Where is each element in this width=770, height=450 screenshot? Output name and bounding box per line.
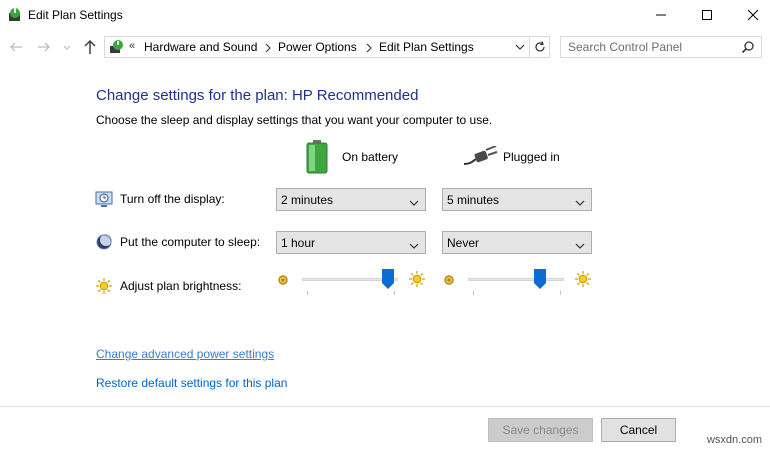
minimize-button[interactable] bbox=[638, 0, 684, 30]
slider-thumb[interactable] bbox=[382, 269, 395, 289]
footer-bar: Save changes Cancel wsxdn.com bbox=[0, 406, 770, 450]
maximize-icon bbox=[702, 10, 712, 20]
display-battery-select[interactable]: 2 minutes bbox=[276, 188, 426, 211]
search-input[interactable] bbox=[561, 37, 731, 57]
on-battery-label: On battery bbox=[342, 150, 399, 164]
slider-tick bbox=[307, 291, 308, 295]
power-options-icon bbox=[7, 7, 23, 23]
breadcrumb-hardware-and-sound[interactable]: Hardware and Sound bbox=[144, 40, 257, 54]
brightness-label: Adjust plan brightness: bbox=[120, 279, 242, 293]
cancel-button[interactable]: Cancel bbox=[601, 418, 676, 442]
sleep-moon-icon bbox=[95, 233, 113, 251]
slider-tick bbox=[560, 291, 561, 295]
chevron-down-icon bbox=[575, 196, 585, 206]
display-plugged-value: 5 minutes bbox=[447, 193, 500, 207]
restore-defaults-link[interactable]: Restore default settings for this plan bbox=[96, 376, 287, 390]
power-plug-icon bbox=[463, 145, 498, 171]
sleep-battery-select[interactable]: 1 hour bbox=[276, 231, 426, 254]
breadcrumb-overflow[interactable]: « bbox=[129, 40, 135, 52]
title-bar: Edit Plan Settings bbox=[0, 0, 770, 30]
navigation-bar: « Hardware and Sound Power Options Edit … bbox=[0, 32, 770, 62]
brightness-plugged-slider[interactable] bbox=[442, 266, 592, 296]
watermark: wsxdn.com bbox=[706, 434, 762, 446]
breadcrumb-separator-icon[interactable] bbox=[264, 42, 272, 53]
brightness-sun-icon bbox=[95, 277, 113, 295]
breadcrumb-power-options[interactable]: Power Options bbox=[278, 40, 357, 54]
display-plugged-select[interactable]: 5 minutes bbox=[442, 188, 592, 211]
slider-tick bbox=[394, 291, 395, 295]
refresh-button[interactable] bbox=[530, 36, 550, 58]
chevron-down-icon bbox=[409, 196, 419, 206]
page-title: Change settings for the plan: HP Recomme… bbox=[96, 87, 419, 104]
chevron-down-icon[interactable] bbox=[514, 41, 526, 53]
breadcrumb-edit-plan-settings[interactable]: Edit Plan Settings bbox=[379, 40, 474, 54]
sleep-battery-value: 1 hour bbox=[281, 236, 316, 250]
chevron-down-icon bbox=[575, 239, 585, 249]
bright-brightness-icon bbox=[574, 270, 592, 288]
advanced-power-settings-link[interactable]: Change advanced power settings bbox=[96, 347, 274, 361]
search-box[interactable] bbox=[560, 36, 762, 58]
back-arrow-icon[interactable] bbox=[8, 39, 24, 55]
plugged-in-label: Plugged in bbox=[503, 150, 560, 164]
sleep-plugged-select[interactable]: Never bbox=[442, 231, 592, 254]
up-arrow-icon[interactable] bbox=[82, 38, 98, 56]
sleep-label: Put the computer to sleep: bbox=[120, 235, 261, 249]
slider-track[interactable] bbox=[468, 278, 564, 281]
minimize-icon bbox=[656, 14, 666, 16]
brightness-battery-slider[interactable] bbox=[276, 266, 426, 296]
slider-tick bbox=[473, 291, 474, 295]
save-changes-button[interactable]: Save changes bbox=[488, 418, 593, 442]
battery-icon bbox=[306, 140, 328, 177]
sleep-plugged-value: Never bbox=[447, 236, 480, 250]
turn-off-display-label: Turn off the display: bbox=[120, 192, 225, 206]
plugged-in-header: Plugged in bbox=[463, 140, 594, 174]
recent-locations-icon[interactable] bbox=[62, 41, 72, 53]
dim-brightness-icon bbox=[276, 273, 290, 287]
on-battery-header: On battery bbox=[306, 140, 436, 174]
slider-thumb[interactable] bbox=[534, 269, 546, 289]
breadcrumb-separator-icon[interactable] bbox=[365, 42, 373, 53]
search-icon[interactable] bbox=[741, 40, 755, 54]
display-timer-icon bbox=[95, 190, 113, 208]
page-subtitle: Choose the sleep and display settings th… bbox=[96, 113, 493, 127]
forward-arrow-icon[interactable] bbox=[36, 39, 52, 55]
close-icon bbox=[747, 9, 759, 21]
dim-brightness-icon bbox=[442, 273, 456, 287]
address-bar[interactable]: « Hardware and Sound Power Options Edit … bbox=[104, 36, 530, 58]
control-panel-icon bbox=[109, 39, 125, 55]
close-button[interactable] bbox=[730, 0, 770, 30]
bright-brightness-icon bbox=[408, 270, 426, 288]
maximize-button[interactable] bbox=[684, 0, 730, 30]
display-battery-value: 2 minutes bbox=[281, 193, 334, 207]
window-title: Edit Plan Settings bbox=[28, 8, 123, 22]
refresh-icon bbox=[534, 41, 545, 52]
chevron-down-icon bbox=[409, 239, 419, 249]
